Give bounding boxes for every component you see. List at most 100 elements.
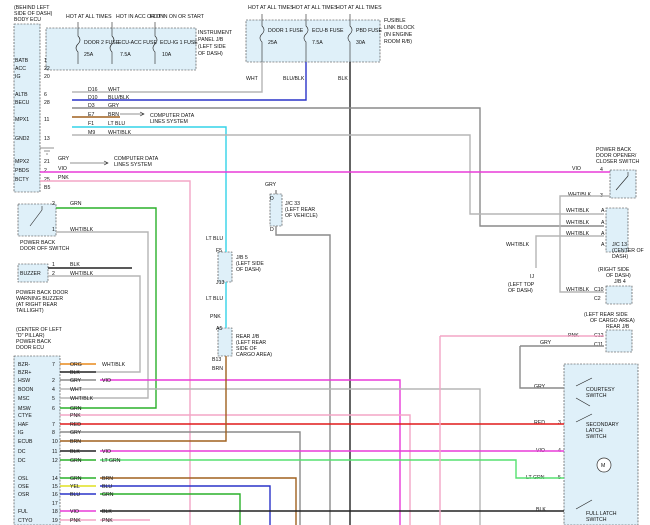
pin-mpx1: MPX1	[15, 117, 29, 123]
pbd-ecu-pin-name: IG	[18, 430, 23, 436]
pbd-ecu-pin-name: HSW	[18, 378, 30, 384]
wire-whtblk-m9	[72, 134, 604, 215]
conn-wire-f1: LT BLU	[108, 121, 125, 127]
pbd-ecu-pin-name: CTYE	[18, 413, 32, 419]
courtesy-label-2: SWITCH	[586, 393, 607, 399]
buzzer-wire-blk: BLK	[70, 262, 80, 268]
wire-ltgrn-dc-ext	[100, 459, 564, 479]
jc33-wire-label: GRY	[265, 182, 277, 188]
pbd-ecu-pin-name: OSE	[18, 484, 29, 490]
pbd-ecu-wire-label: ORG	[70, 362, 82, 368]
bcty-wire-label: PNK	[58, 175, 69, 181]
closer-wire-whtblk: WHT/BLK	[568, 192, 592, 198]
pin-pbds: PBDS	[15, 168, 30, 174]
pbd-ecu-pin-name: MSW	[18, 406, 31, 412]
offsw-pin-2: 2	[52, 201, 55, 207]
lt-blu-label-2: LT BLU	[206, 296, 223, 302]
pbd-ecu-pin-num: 2	[52, 378, 55, 384]
rear-jb-box	[217, 327, 233, 357]
pin-altb: ALTB	[15, 92, 28, 98]
ipjb-label-2: PANEL J/B	[198, 37, 224, 43]
flb-wire-blublk: BLU/BLK	[283, 76, 305, 82]
closer-switch-box	[609, 169, 637, 199]
rearjb-pin-a5: A5	[216, 326, 222, 332]
pbd-ecu-wire-label: PNK	[70, 518, 81, 524]
pbd-ecu-wire-label: GRY	[70, 430, 82, 436]
jb4-box	[605, 285, 633, 305]
fuse-door1-amps: 25A	[268, 40, 278, 46]
pbd-ecu-pin-num: 12	[52, 458, 58, 464]
jb5-pin-j13: J13	[216, 280, 224, 286]
pbd-ecu-pin-name: BZR+	[18, 370, 31, 376]
pin-num-6: 6	[44, 92, 47, 98]
wire-brn-osl-ext	[100, 477, 297, 525]
fuse-pbd-name: PBD FUSE	[356, 28, 382, 34]
pbd-ecu-wire-label: YEL	[70, 484, 80, 490]
buzzer-label-4: TAILLIGHT)	[16, 308, 44, 314]
arrow-to-computer-data-2	[70, 160, 109, 166]
pbd-ecu-ext-wire-label: WHT/BLK	[102, 362, 126, 368]
pbd-ecu-wire-label: GRN	[70, 406, 82, 412]
pin-num-21: 21	[44, 159, 50, 165]
cargo-pin-c11: C11	[594, 342, 603, 348]
ipjb-label-3: (LEFT SIDE	[198, 44, 226, 50]
ipjb-label-1: INSTRUMENT	[198, 30, 233, 36]
wire-ltblu-f1	[72, 126, 227, 252]
jb5-pin-f5: F5	[216, 248, 222, 254]
pin-num-13: 13	[44, 136, 50, 142]
pbd-ecu-pin-name: OSR	[18, 492, 29, 498]
flb-header-2: HOT AT ALL TIMES	[292, 5, 338, 11]
pbd-ecu-pin-name: DC	[18, 458, 26, 464]
pbd-ecu-pin-num: 14	[52, 476, 58, 482]
pin-num-28: 28	[44, 100, 50, 106]
wire-gry-jc33	[275, 190, 331, 525]
pbd-ecu-pin-num: 15	[52, 484, 58, 490]
ltd-wire: WHT/BLK	[506, 242, 530, 248]
pbd-off-switch-box	[17, 203, 57, 237]
pbd-ecu-pin-num: 4	[52, 387, 55, 393]
buzzer-name: BUZZER	[20, 271, 41, 277]
offsw-label-2: DOOR OFF SWITCH	[20, 246, 70, 252]
pin-num-22: 22	[44, 66, 50, 72]
fuse-door2-name: DOOR 2 FUSE	[84, 40, 120, 46]
jb5-box	[217, 251, 233, 283]
rearjb-pin-b13: B13	[212, 357, 221, 363]
pbd-ecu-pin-name: FUL	[18, 509, 28, 515]
pbd-ecu-ext-wire-label: VIO	[102, 449, 111, 455]
fulllatch-label-2: SWITCH	[586, 517, 607, 523]
pbd-ecu-ext-wire-label: BRN	[102, 476, 113, 482]
flb-wire-blk: BLK	[338, 76, 348, 82]
body-ecu-box	[13, 23, 41, 193]
pbd-ecu-pin-name: HAF	[18, 422, 28, 428]
pbd-ecu-pin-num: 6	[52, 406, 55, 412]
wire-whtblk-jc13-ltd	[535, 235, 604, 268]
brn-label-1: BRN	[212, 366, 223, 372]
pin-ig: IG	[15, 74, 20, 80]
jc33-label-3: OF VEHICLE)	[285, 213, 318, 219]
pnk-label-1: PNK	[210, 314, 221, 320]
pbd-ecu-pin-num: 7	[52, 422, 55, 428]
pbd-ecu-pin-name: DC	[18, 449, 26, 455]
bcty-pin-label: B5	[44, 185, 50, 191]
pbd-ecu-wire-label: BLK	[70, 449, 80, 455]
ipjb-header-1: HOT AT ALL TIMES	[66, 14, 112, 20]
pbd-ecu-ext-wire-label: PNK	[102, 518, 113, 524]
motor-letter: M	[601, 463, 605, 469]
instrument-panel-jb-box	[45, 27, 197, 71]
pbd-ecu-wire-label: RED	[70, 422, 81, 428]
flb-label-1: FUSIBLE	[384, 18, 406, 24]
fuse-ecub-name: ECU-B FUSE	[312, 28, 344, 34]
ground-symbol	[40, 147, 54, 155]
ltd-pin: IJ	[530, 274, 534, 280]
connector-rows: D16 WHT D10 BLU/BLK D3 GRY E7 BRN F1 LT …	[88, 87, 132, 136]
pin-num-1: 1	[44, 58, 47, 64]
ipjb-header-3: HOT IN ON OR START	[150, 14, 205, 20]
fuse-ecuacc-amps: 7.5A	[120, 52, 131, 58]
pbd-ecu-pin-num: 5	[52, 396, 55, 402]
rearjb-label-4: CARGO AREA)	[236, 352, 272, 358]
offsw-pin-1: 1	[52, 227, 55, 233]
pbd-ecu-pin-num: 11	[52, 449, 57, 455]
buzzer-pin-1: 1	[52, 262, 55, 268]
pbd-ecu-pin-name: BZR-	[18, 362, 30, 368]
pin-mpx2: MPX2	[15, 159, 29, 165]
